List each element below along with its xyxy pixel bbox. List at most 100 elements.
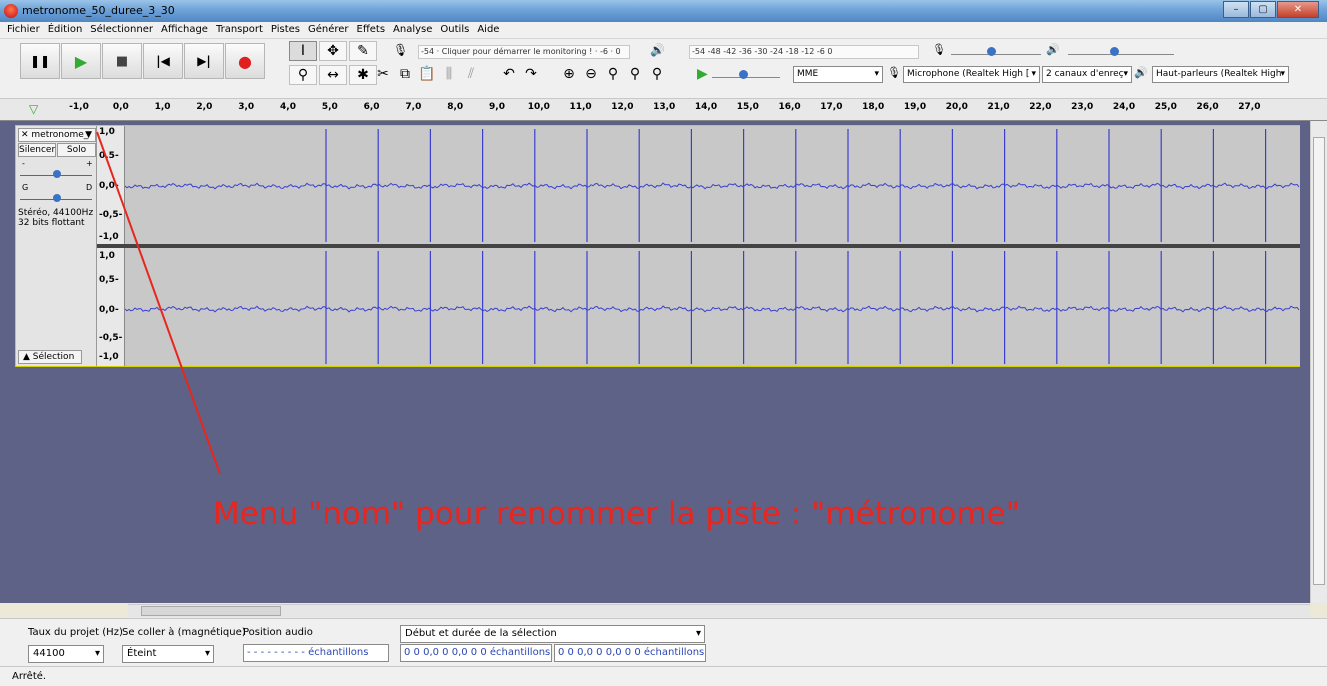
redo-icon[interactable]: ↷ (520, 64, 542, 84)
channel-separator (125, 244, 1300, 248)
menu-edition[interactable]: Édition (44, 22, 87, 38)
toolbar-area: ❚❚ ▶ ■ |◀ ▶| ● I ✥ ✎ ⚲ ↔ ✱ 🎙 -54 · Cliqu… (0, 39, 1327, 99)
ruler-tick-label: 16,0 (778, 102, 801, 112)
ruler-tick-label: 22,0 (1029, 102, 1052, 112)
zoom-tool-icon[interactable]: ⚲ (289, 65, 317, 85)
recording-channels-select[interactable]: 2 canaux d'enreç (1042, 66, 1132, 83)
minimize-button[interactable]: – (1223, 1, 1249, 18)
timeline-ruler[interactable]: ▽ -1,0 0,0 1,0 2,0 3,0 4,0 5,0 6,0 7,0 8,0 9,0 10,0… (0, 99, 1327, 121)
record-meter-icon[interactable]: 🎙 (393, 43, 408, 57)
play-head-marker-icon[interactable]: ▽ (29, 102, 38, 116)
recording-device-select[interactable]: Microphone (Realtek High [ (903, 66, 1040, 83)
ruler-tick-label: 26,0 (1196, 102, 1219, 112)
zoom-toggle-icon[interactable]: ⚲ (646, 64, 668, 84)
record-meter[interactable]: -54 · Cliquer pour démarrer le monitorin… (418, 45, 630, 59)
waveform-graphic[interactable] (125, 126, 1300, 366)
paste-icon[interactable]: 📋 (416, 64, 438, 84)
selection-start-field[interactable]: 0 0 0,0 0 0,0 0 0 échantillons (400, 644, 552, 662)
mute-button[interactable]: Silencer (18, 143, 56, 157)
pause-button[interactable]: ❚❚ (20, 43, 60, 79)
zoom-in-icon[interactable]: ⊕ (558, 64, 580, 84)
menu-effets[interactable]: Effets (353, 22, 390, 38)
select-track-button[interactable]: ▲ Sélection (18, 350, 82, 364)
menu-bar: Fichier Édition Sélectionner Affichage T… (0, 22, 1327, 39)
menu-analyse[interactable]: Analyse (389, 22, 436, 38)
ruler-tick-label: 20,0 (945, 102, 968, 112)
time-shift-tool-icon[interactable]: ↔ (319, 65, 347, 85)
play-meter-icon[interactable]: 🔊 (650, 43, 665, 57)
horizontal-scrollbar[interactable] (128, 604, 1310, 617)
ruler-tick-label: 4,0 (280, 102, 296, 112)
collapse-arrow-icon: ▲ (23, 352, 33, 362)
selection-mode-select[interactable]: Début et durée de la sélection (400, 625, 705, 643)
selection-end-field[interactable]: 0 0 0,0 0 0,0 0 0 échantillons (554, 644, 706, 662)
track-bit-depth: 32 bits flottant (18, 218, 85, 228)
ruler-tick-label: 14,0 (694, 102, 718, 112)
audio-host-select[interactable]: MME (793, 66, 883, 83)
selection-toolbar: Taux du projet (Hz) 44100 Se coller à (m… (0, 618, 1327, 666)
menu-affichage[interactable]: Affichage (157, 22, 212, 38)
vruler-label: -1,0 (99, 352, 119, 362)
vruler-label: 1,0 (99, 127, 115, 137)
audio-position-label: Position audio (243, 627, 313, 638)
play-at-speed-slider[interactable] (712, 64, 780, 79)
annotation-text: Menu "nom" pour renommer la piste : "mét… (213, 496, 1020, 532)
menu-outils[interactable]: Outils (436, 22, 473, 38)
undo-icon[interactable]: ↶ (498, 64, 520, 84)
vertical-scroll-thumb[interactable] (1313, 137, 1325, 585)
snap-to-label: Se coller à (magnétique) (122, 627, 246, 638)
track-info: Stéréo, 44100Hz 32 bits flottant (18, 208, 93, 228)
ruler-tick-label: -1,0 (69, 102, 89, 112)
stop-button[interactable]: ■ (102, 43, 142, 79)
record-button[interactable]: ● (225, 43, 265, 79)
ruler-tick-label: 15,0 (736, 102, 759, 112)
menu-generer[interactable]: Générer (304, 22, 353, 38)
ruler-tick-label: 8,0 (447, 102, 464, 112)
play-at-speed-icon[interactable]: ▶ (697, 66, 708, 82)
playback-volume-slider[interactable] (1068, 41, 1174, 56)
draw-tool-icon[interactable]: ✎ (349, 41, 377, 61)
snap-to-select[interactable]: Éteint (122, 645, 214, 663)
trim-icon[interactable]: ⫼ (438, 64, 460, 84)
record-volume-slider[interactable] (951, 41, 1041, 56)
gain-slider[interactable] (20, 164, 92, 178)
close-track-icon[interactable]: ✕ (21, 130, 31, 140)
maximize-button[interactable]: ▢ (1250, 1, 1276, 18)
close-button[interactable]: ✕ (1277, 1, 1319, 18)
menu-pistes[interactable]: Pistes (267, 22, 304, 38)
menu-fichier[interactable]: Fichier (3, 22, 44, 38)
ruler-tick-label: 7,0 (405, 102, 422, 112)
fit-project-icon[interactable]: ⚲ (624, 64, 646, 84)
channel-divider (97, 244, 125, 248)
horizontal-scroll-thumb[interactable] (141, 606, 281, 616)
menu-transport[interactable]: Transport (212, 22, 267, 38)
status-bar: Arrêté. (0, 666, 1327, 686)
pan-slider[interactable] (20, 188, 92, 202)
playback-device-select[interactable]: Haut-parleurs (Realtek High (1152, 66, 1289, 83)
vruler-label: -0,5- (99, 333, 123, 343)
selection-tool-icon[interactable]: I (289, 41, 317, 61)
menu-selectionner[interactable]: Sélectionner (86, 22, 157, 38)
project-rate-select[interactable]: 44100 (28, 645, 104, 663)
audio-position-field[interactable]: - - - - - - - - - échantillons (243, 644, 389, 662)
cut-icon[interactable]: ✂ (372, 64, 394, 84)
silence-icon[interactable]: ⫽ (460, 64, 482, 84)
menu-aide[interactable]: Aide (473, 22, 503, 38)
vertical-scrollbar[interactable] (1310, 121, 1327, 603)
audio-track[interactable]: ✕ metronome_ ▼ Silencer Solo - + G D Stér… (15, 125, 1300, 367)
audacity-icon (4, 4, 18, 18)
solo-button[interactable]: Solo (57, 143, 96, 157)
track-name-menu[interactable]: ✕ metronome_ ▼ (18, 128, 96, 142)
skip-to-start-button[interactable]: |◀ (143, 43, 183, 79)
waveform[interactable] (125, 126, 1300, 366)
play-button[interactable]: ▶ (61, 43, 101, 79)
select-track-label: Sélection (32, 352, 75, 362)
playback-meter[interactable]: -54 -48 -42 -36 -30 -24 -18 -12 -6 0 (689, 45, 919, 59)
skip-to-end-button[interactable]: ▶| (184, 43, 224, 79)
vruler-label: 0,0- (99, 181, 119, 191)
ruler-tick-label: 19,0 (903, 102, 927, 112)
envelope-tool-icon[interactable]: ✥ (319, 41, 347, 61)
copy-icon[interactable]: ⧉ (394, 64, 416, 84)
zoom-out-icon[interactable]: ⊖ (580, 64, 602, 84)
fit-selection-icon[interactable]: ⚲ (602, 64, 624, 84)
